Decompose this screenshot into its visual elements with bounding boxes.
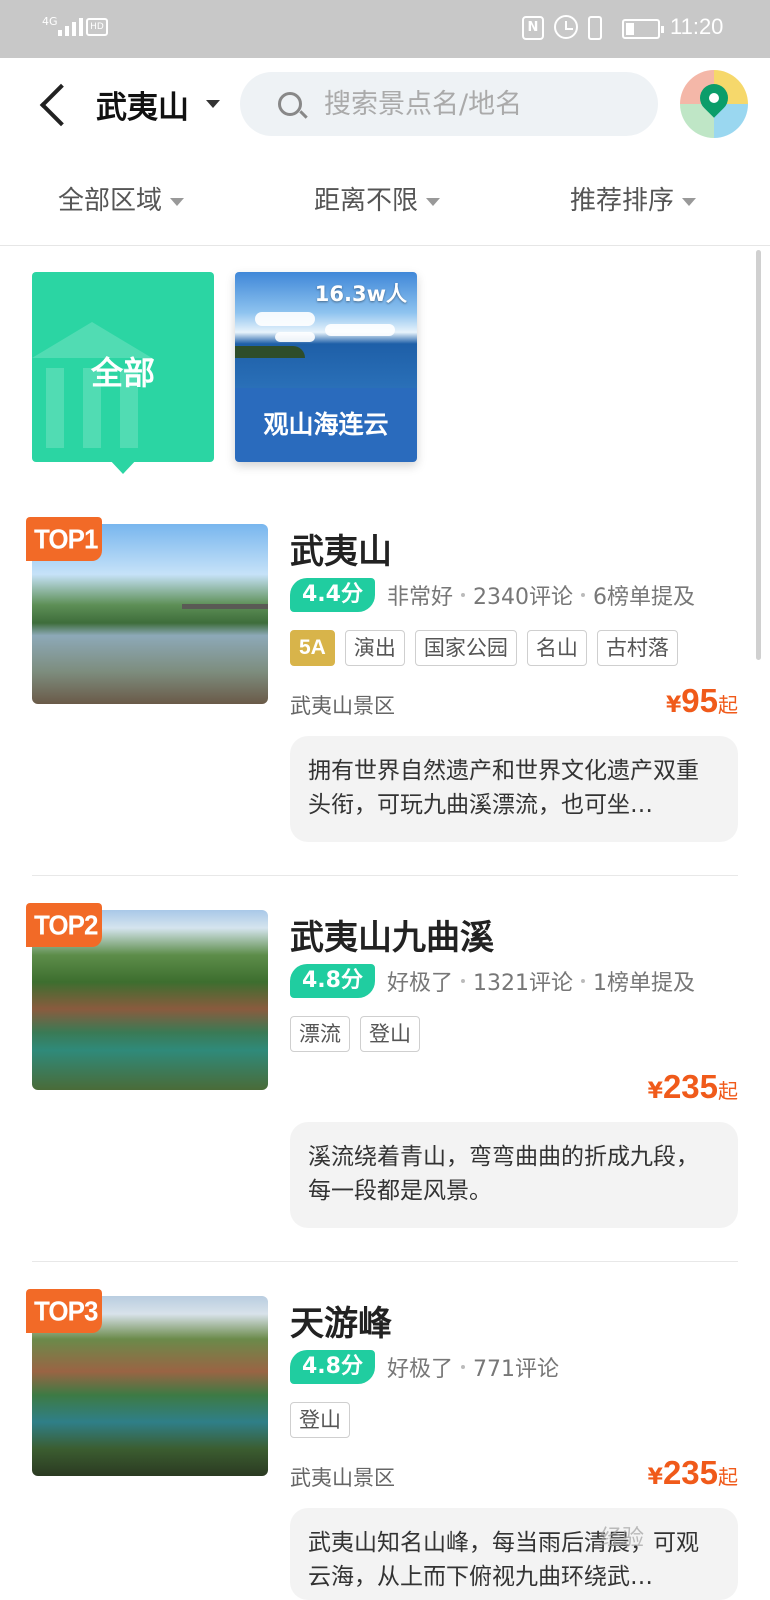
rating-text: 好极了 (386, 971, 453, 996)
tag-list: 5A 演出 国家公园 名山 古村落 (290, 630, 678, 666)
chevron-down-icon (170, 197, 185, 206)
watermark: 经验 (600, 1526, 645, 1551)
rating-row: 4.8分 好极了 771评论 (290, 1350, 559, 1384)
list-item[interactable]: TOP2 武夷山九曲溪 4.8分 好极了 1321评论 1榜单提及 漂流 登山 … (0, 902, 770, 1230)
score-badge: 4.4分 (290, 578, 375, 612)
review-count: 771评论 (473, 1357, 559, 1382)
search-icon (278, 92, 302, 116)
description: 溪流绕着青山，弯弯曲曲的折成九段，每一段都是风景。 (290, 1122, 738, 1228)
description: 拥有世界自然遗产和世界文化遗产双重头衔，可玩九曲溪漂流，也可坐… (290, 736, 738, 842)
alarm-icon (554, 15, 578, 39)
divider (32, 875, 738, 876)
area-label: 武夷山景区 (290, 1466, 395, 1490)
search-input[interactable] (324, 72, 624, 136)
filter-distance[interactable]: 距离不限 (314, 180, 441, 217)
rating-text: 非常好 (386, 585, 453, 610)
status-bar: 4G HD N 11:20 (0, 0, 770, 58)
category-name: 观山海连云 (235, 388, 417, 462)
rank-badge: TOP2 (26, 902, 102, 948)
filter-region[interactable]: 全部区域 (58, 180, 185, 217)
battery-icon (622, 19, 664, 39)
tag: 登山 (360, 1016, 420, 1052)
rating-row: 4.8分 好极了 1321评论 1榜单提及 (290, 964, 695, 998)
category-featured[interactable]: 16.3w人 观山海连云 (235, 272, 417, 462)
price: ¥235起 (647, 1454, 738, 1491)
rating-text: 好极了 (386, 1357, 453, 1382)
category-all-label: 全部 (90, 354, 155, 392)
description: 武夷山知名山峰，每当雨后清晨，可观云海，从上而下俯视九曲环绕武… (290, 1508, 738, 1600)
chevron-down-icon[interactable] (206, 100, 220, 108)
review-count: 2340评论 (473, 585, 573, 610)
header: 武夷山 (0, 58, 770, 154)
review-count: 1321评论 (473, 971, 573, 996)
search-bar[interactable] (240, 72, 658, 136)
filter-bar: 全部区域 距离不限 推荐排序 (0, 154, 770, 246)
tag: 演出 (344, 630, 405, 666)
map-pin-icon (694, 78, 734, 118)
attraction-title: 天游峰 (290, 1304, 392, 1344)
back-button[interactable] (36, 84, 76, 128)
map-button[interactable] (680, 70, 748, 138)
signal-icon (58, 18, 83, 36)
tag: 漂流 (290, 1016, 350, 1052)
nfc-icon: N (522, 16, 544, 40)
list-item[interactable]: TOP3 天游峰 4.8分 好极了 771评论 登山 武夷山景区 ¥235起 武… (0, 1288, 770, 1600)
tag-list: 登山 (290, 1402, 350, 1438)
city-selector[interactable]: 武夷山 (96, 82, 189, 127)
rating-row: 4.4分 非常好 2340评论 6榜单提及 (290, 578, 695, 612)
rank-badge: TOP1 (26, 516, 102, 562)
selected-indicator (108, 458, 138, 474)
chevron-down-icon (682, 197, 697, 206)
attraction-title: 武夷山 (290, 532, 392, 572)
tag: 5A (290, 630, 335, 666)
area-label: 武夷山景区 (290, 694, 395, 718)
attraction-title: 武夷山九曲溪 (290, 918, 494, 958)
price: ¥95起 (665, 682, 738, 719)
mention-count: 6榜单提及 (593, 585, 695, 610)
clock: 11:20 (670, 14, 724, 39)
rank-badge: TOP3 (26, 1288, 102, 1334)
list-item[interactable]: TOP1 武夷山 4.4分 非常好 2340评论 6榜单提及 5A 演出 国家公… (0, 516, 770, 844)
chevron-down-icon (426, 197, 441, 206)
vibrate-icon (588, 16, 602, 40)
score-badge: 4.8分 (290, 964, 375, 998)
hd-icon: HD (86, 18, 108, 36)
score-badge: 4.8分 (290, 1350, 375, 1384)
filter-sort[interactable]: 推荐排序 (570, 180, 697, 217)
tag: 登山 (290, 1402, 350, 1438)
visitor-count: 16.3w人 (314, 282, 407, 306)
category-all[interactable]: 全部 (32, 272, 214, 474)
tag-list: 漂流 登山 (290, 1016, 420, 1052)
divider (32, 1261, 738, 1262)
network-indicator: 4G (42, 15, 58, 28)
tag: 名山 (526, 630, 587, 666)
tag: 国家公园 (414, 630, 517, 666)
price: ¥235起 (647, 1068, 738, 1105)
mention-count: 1榜单提及 (593, 971, 695, 996)
tag: 古村落 (596, 630, 678, 666)
